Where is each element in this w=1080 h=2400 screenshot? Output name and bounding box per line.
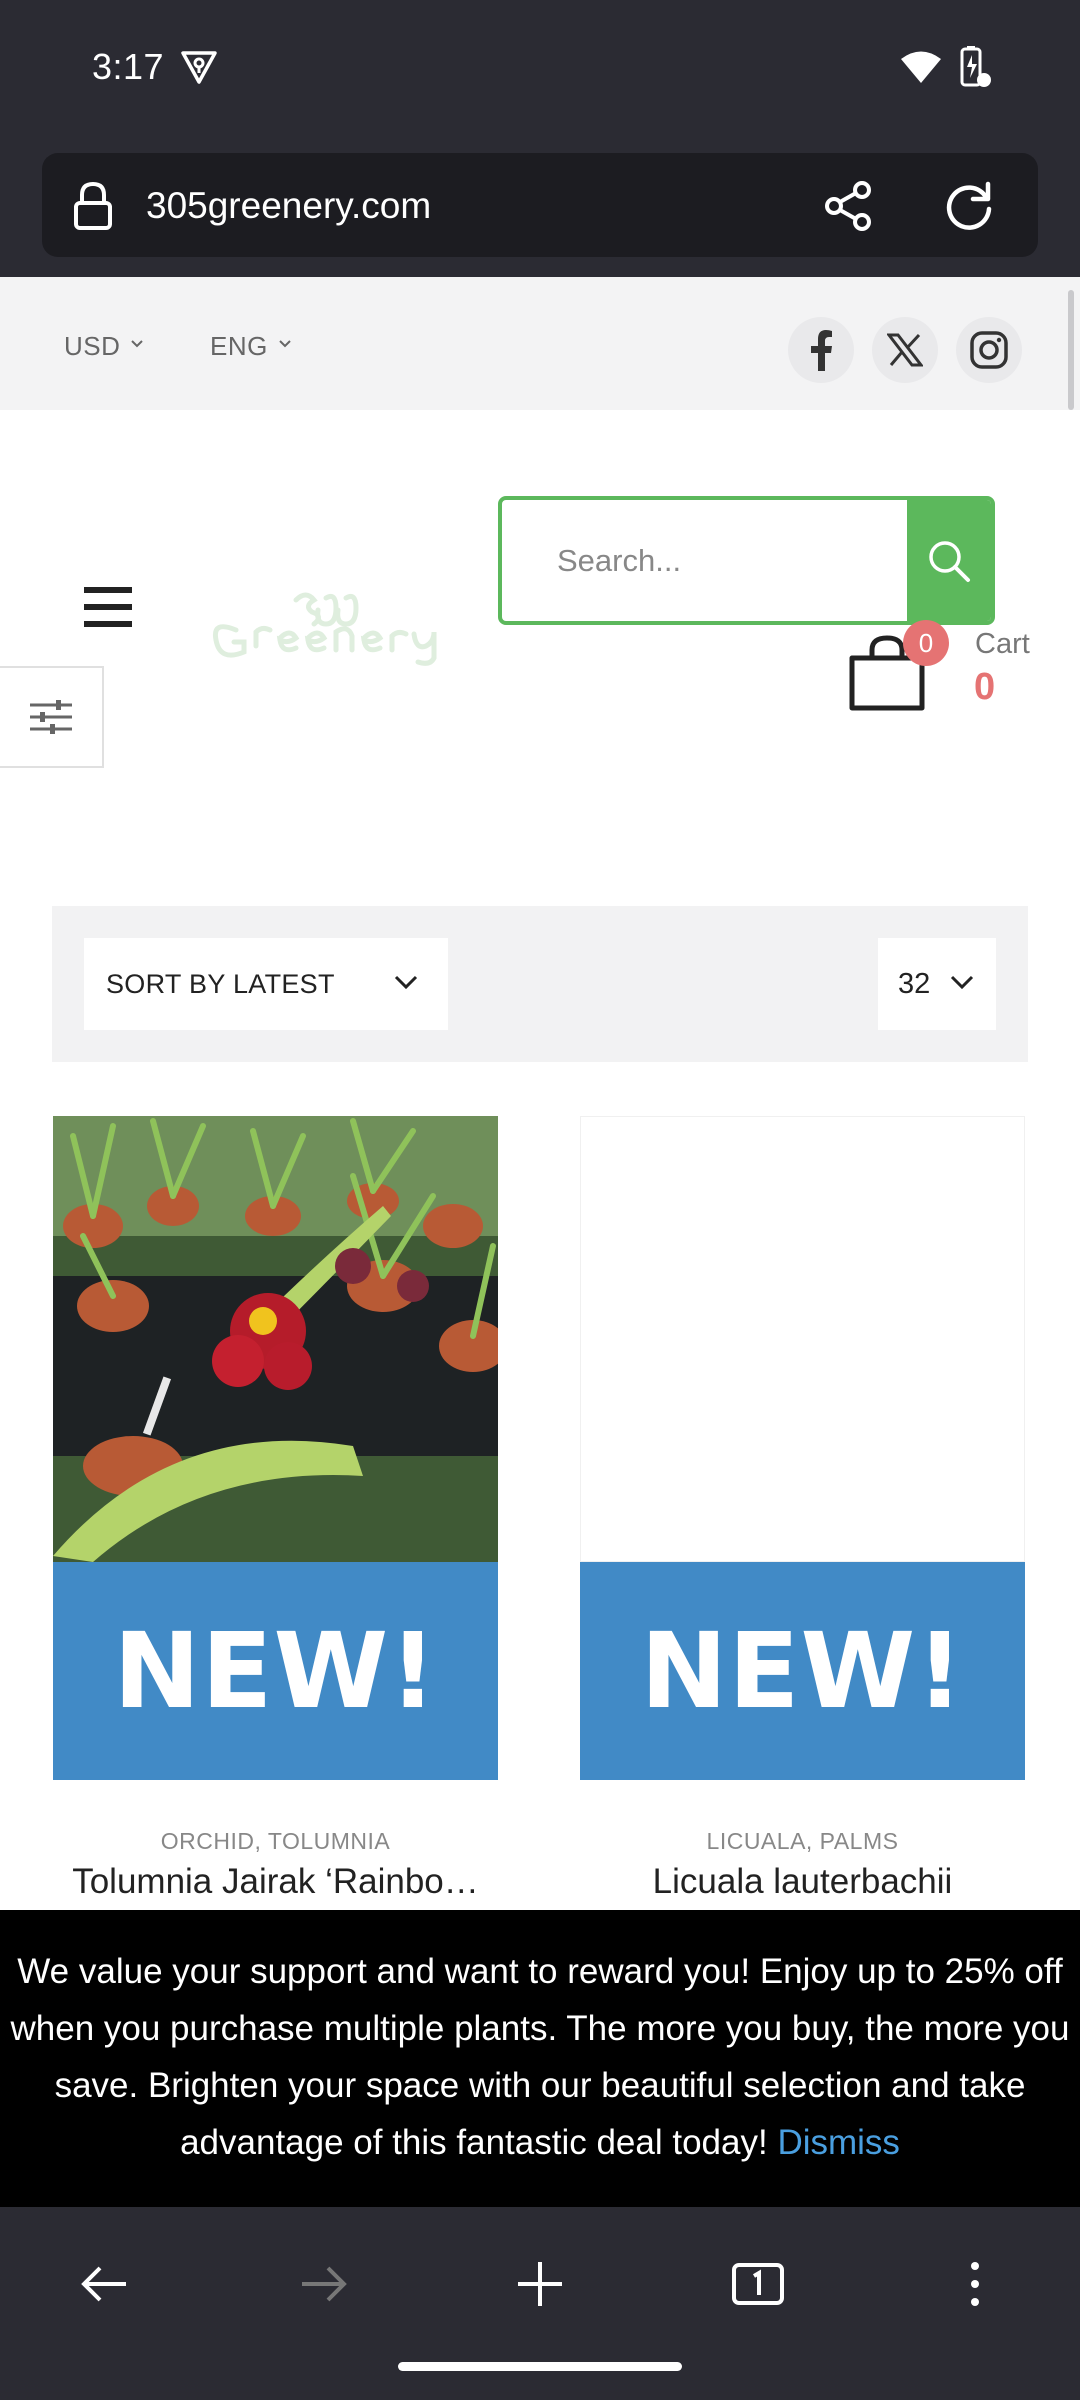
new-badge: NEW! — [580, 1562, 1025, 1780]
page-scrollbar[interactable] — [1068, 290, 1074, 410]
chevron-down-icon — [131, 340, 144, 348]
facebook-icon[interactable] — [788, 317, 854, 383]
lock-icon — [74, 181, 112, 230]
battery-charging-icon — [960, 46, 991, 87]
url-text[interactable]: 305greenery.com — [146, 185, 431, 227]
search-input[interactable] — [502, 500, 912, 621]
status-time: 3:17 — [92, 46, 165, 87]
currency-selector[interactable]: USD — [64, 331, 144, 362]
shop-toolbar: SORT BY LATEST 32 — [52, 906, 1028, 1062]
cart-label[interactable]: Cart — [975, 628, 1030, 661]
product-categories[interactable]: ORCHID, TOLUMNIA — [53, 1828, 498, 1855]
address-bar[interactable]: 305greenery.com — [42, 153, 1038, 257]
language-label: ENG — [210, 331, 268, 361]
per-page-label: 32 — [898, 967, 931, 1000]
search-icon — [929, 540, 970, 582]
hamburger-menu-icon[interactable] — [84, 585, 132, 629]
per-page-dropdown[interactable]: 32 — [878, 938, 996, 1030]
sliders-filter-icon — [30, 700, 72, 734]
status-bar: 3:17 — [0, 0, 1080, 135]
product-title[interactable]: Tolumnia Jairak ‘Rainbo… — [53, 1862, 498, 1902]
sort-label: SORT BY LATEST — [106, 968, 335, 999]
arrow-left-icon — [81, 2266, 126, 2302]
product-categories[interactable]: LICUALA, PALMS — [580, 1828, 1025, 1855]
new-tab-button[interactable] — [505, 2249, 575, 2319]
x-icon[interactable] — [872, 317, 938, 383]
product-image[interactable] — [580, 1116, 1025, 1562]
chevron-down-icon — [950, 975, 974, 990]
product-image[interactable] — [53, 1116, 498, 1562]
new-badge: NEW! — [53, 1562, 498, 1780]
reload-icon[interactable] — [942, 179, 996, 233]
vpn-key-icon — [181, 51, 217, 84]
currency-label: USD — [64, 331, 121, 361]
instagram-icon[interactable] — [956, 317, 1022, 383]
dismiss-link[interactable]: Dismiss — [777, 2123, 899, 2162]
search-box — [498, 496, 995, 625]
forward-button[interactable] — [288, 2249, 358, 2319]
utility-bar: USD ENG — [0, 277, 1080, 410]
browser-bottom-nav — [0, 2207, 1080, 2400]
cart-count-badge: 0 — [903, 620, 949, 666]
language-selector[interactable]: ENG — [210, 331, 292, 362]
promo-text: We value your support and want to reward… — [10, 1952, 1070, 2162]
share-icon[interactable] — [822, 180, 874, 232]
promo-notice: We value your support and want to reward… — [0, 1910, 1080, 2207]
sort-dropdown[interactable]: SORT BY LATEST — [84, 938, 448, 1030]
search-button[interactable] — [907, 500, 991, 621]
home-indicator[interactable] — [398, 2362, 682, 2371]
product-title[interactable]: Licuala lauterbachii — [580, 1862, 1025, 1902]
tabs-button[interactable] — [723, 2249, 793, 2319]
more-vert-icon — [971, 2262, 979, 2306]
cart-total[interactable]: 0 — [974, 666, 995, 709]
more-menu-button[interactable] — [940, 2249, 1010, 2319]
arrow-right-icon — [302, 2266, 347, 2302]
plus-icon — [518, 2262, 562, 2306]
wifi-icon — [901, 51, 941, 83]
browser-toolbar: 305greenery.com — [0, 135, 1080, 277]
site-logo[interactable] — [196, 568, 466, 668]
chevron-down-icon — [394, 975, 418, 990]
chevron-down-icon — [279, 340, 291, 348]
tab-switcher-icon — [732, 2263, 784, 2305]
filter-toggle-button[interactable] — [0, 666, 104, 768]
back-button[interactable] — [70, 2249, 140, 2319]
